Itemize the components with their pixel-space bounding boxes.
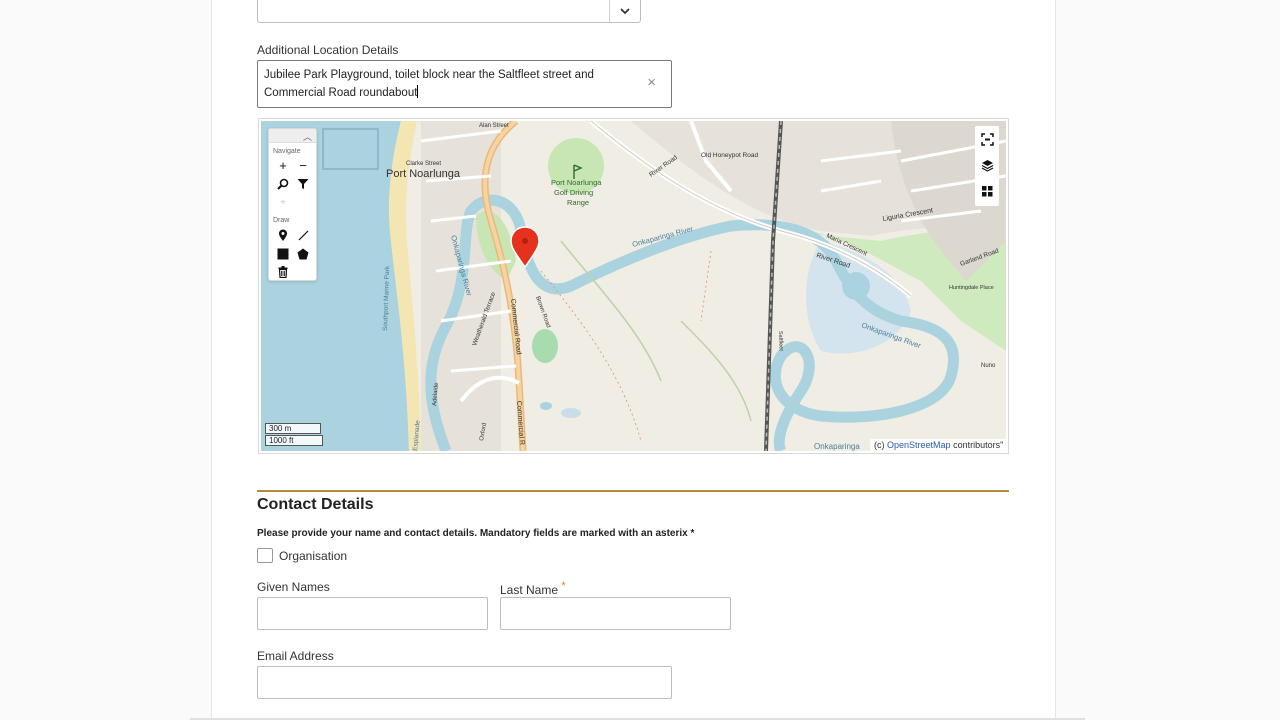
label-river-4: Onkaparinga	[814, 442, 860, 451]
collapse-up-icon[interactable]: ︿	[303, 130, 312, 143]
scale-metric: 300 m	[265, 423, 321, 434]
draw-polygon-icon[interactable]	[295, 246, 311, 262]
draw-line-icon[interactable]	[295, 227, 311, 243]
section-divider	[257, 490, 1009, 492]
pond-park	[532, 329, 558, 363]
filter-icon[interactable]	[295, 176, 311, 192]
location-select[interactable]	[257, 0, 641, 23]
additional-location-textarea[interactable]: Jubilee Park Playground, toilet block ne…	[257, 60, 672, 108]
additional-location-label: Additional Location Details	[257, 43, 399, 57]
textarea-line-2: Commercial Road roundabout	[264, 87, 418, 99]
label-clarke: Clarke Street	[406, 161, 441, 167]
map-canvas[interactable]: Port Noarlunga Port Noarlunga Golf Drivi…	[261, 121, 1006, 451]
label-alan: Alan Street	[479, 123, 509, 129]
layers-icon[interactable]	[975, 152, 999, 178]
navigate-label: Navigate	[273, 148, 301, 155]
fullscreen-icon[interactable]	[975, 126, 999, 152]
map-tools-header[interactable]: ︿	[269, 129, 316, 143]
draw-point-icon[interactable]	[275, 227, 291, 243]
locate-icon[interactable]: ⌖	[275, 194, 291, 210]
clear-icon[interactable]: ×	[647, 75, 656, 90]
organisation-label: Organisation	[279, 549, 348, 563]
scale-imperial: 1000 ft	[265, 435, 323, 446]
given-names-label: Given Names	[257, 580, 330, 594]
label-golf-3: Range	[567, 198, 589, 207]
email-input[interactable]	[257, 666, 672, 699]
label-nuno: Nuno	[981, 363, 996, 369]
text-caret	[417, 85, 419, 98]
label-golf-1: Port Noarlunga	[551, 178, 602, 187]
location-map[interactable]: Port Noarlunga Port Noarlunga Golf Drivi…	[258, 118, 1009, 454]
map-attribution: (c) OpenStreetMap contributors"	[870, 439, 1008, 452]
label-old-honeypot: Old Honeypot Road	[701, 152, 758, 159]
map-tools-panel: ︿ Navigate + − ⌖ Draw	[268, 128, 317, 281]
email-label: Email Address	[257, 649, 334, 663]
zoom-in-icon[interactable]: +	[275, 157, 291, 173]
contact-instructions: Please provide your name and contact det…	[257, 528, 695, 539]
chevron-down-icon	[620, 7, 630, 14]
label-huntingdale: Huntingdale Place	[949, 285, 994, 291]
trash-icon[interactable]	[275, 264, 291, 280]
textarea-line-1: Jubilee Park Playground, toilet block ne…	[264, 69, 594, 81]
attribution-prefix: (c)	[874, 440, 885, 450]
required-marker: *	[561, 580, 566, 592]
contact-details-heading: Contact Details	[257, 496, 374, 513]
label-golf-2: Golf Driving	[554, 188, 593, 197]
organisation-checkbox[interactable]	[257, 548, 273, 563]
zoom-out-icon[interactable]: −	[295, 157, 311, 173]
map-right-tools	[975, 126, 999, 206]
location-select-toggle[interactable]	[609, 0, 640, 22]
last-name-input[interactable]	[500, 597, 731, 630]
openstreetmap-link[interactable]: OpenStreetMap	[887, 440, 951, 450]
last-name-label-text: Last Name	[500, 583, 559, 597]
grid-icon[interactable]	[975, 178, 999, 204]
zoom-search-icon[interactable]	[275, 176, 291, 192]
attribution-suffix: contributors"	[953, 440, 1004, 450]
draw-rectangle-icon[interactable]	[275, 246, 291, 262]
label-port-noarlunga: Port Noarlunga	[386, 168, 461, 180]
map-scale: 300 m 1000 ft	[265, 423, 323, 447]
last-name-label: Last Name *	[500, 580, 566, 597]
given-names-input[interactable]	[257, 597, 488, 630]
label-saltfleet: Saltfleet	[777, 331, 784, 352]
draw-label: Draw	[273, 217, 290, 224]
